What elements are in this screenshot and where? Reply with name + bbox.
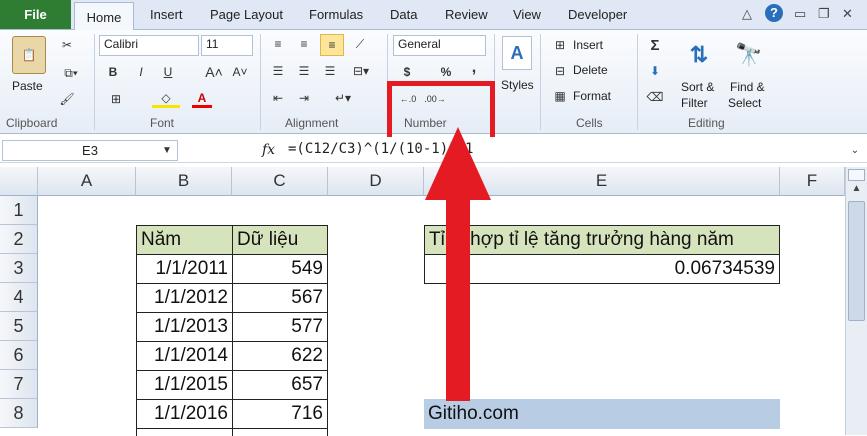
arrow-head	[425, 127, 491, 200]
annotation-arrow	[425, 127, 491, 401]
arrow-shaft	[446, 198, 470, 401]
